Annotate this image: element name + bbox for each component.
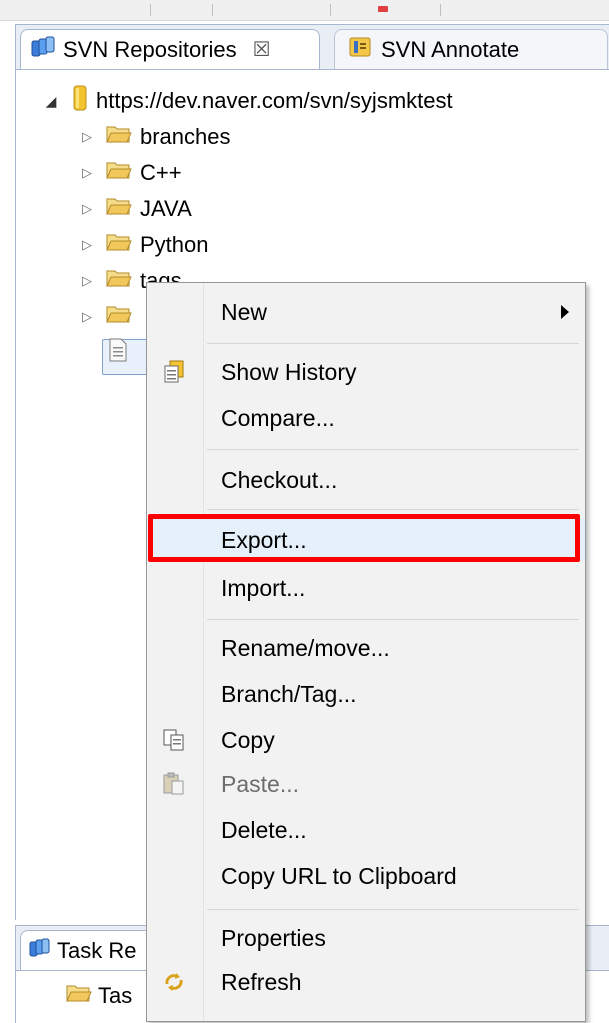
task-tree-item[interactable]: Tas (66, 978, 132, 1014)
menu-item-paste[interactable]: Paste... (147, 763, 585, 805)
menu-item-label: Delete... (221, 816, 307, 843)
menu-item-label: Copy URL to Clipboard (221, 862, 457, 889)
menu-separator (207, 509, 579, 510)
file-icon (108, 338, 128, 368)
menu-item-label: Rename/move... (221, 634, 390, 661)
tab-bar: SVN Repositories ☒ SVN Annotate (16, 25, 609, 70)
folder-icon (106, 124, 132, 150)
menu-item-label: Import... (221, 574, 306, 601)
context-menu: New Show History Compare... Checkout... … (146, 282, 586, 1022)
expand-arrow-icon[interactable]: ▷ (80, 129, 94, 145)
tree-item-java[interactable]: ▷ JAVA (80, 191, 192, 227)
task-repositories-icon (29, 938, 51, 964)
menu-item-label: Export... (221, 526, 307, 553)
folder-label: C++ (140, 160, 182, 185)
menu-item-label: Refresh (221, 968, 302, 995)
tab-label: SVN Repositories (63, 36, 237, 62)
tree-item-trunk[interactable]: ▷ (80, 299, 140, 335)
menu-separator (207, 449, 579, 450)
repository-icon (72, 85, 88, 117)
tree-root-row[interactable]: ◢ https://dev.naver.com/svn/syjsmktest (44, 83, 453, 119)
menu-item-copy-url[interactable]: Copy URL to Clipboard (147, 855, 585, 897)
top-toolbar (0, 0, 609, 21)
menu-item-new[interactable]: New (147, 291, 585, 333)
expand-arrow-icon[interactable]: ▷ (80, 309, 94, 325)
folder-icon (106, 304, 132, 330)
menu-item-label: New (221, 298, 268, 325)
tree-item-python[interactable]: ▷ Python (80, 227, 209, 263)
toolbar-red-icon[interactable] (378, 6, 388, 12)
menu-item-label: Properties (221, 924, 326, 951)
folder-label: Python (140, 232, 209, 257)
toolbar-separator (330, 4, 331, 16)
menu-item-checkout[interactable]: Checkout... (147, 459, 585, 501)
tab-label: Task Re (57, 937, 137, 963)
toolbar-separator (150, 4, 151, 16)
tree-item-file[interactable] (108, 335, 128, 371)
folder-icon (66, 983, 92, 1009)
paste-icon (161, 771, 187, 797)
menu-item-import[interactable]: Import... (147, 567, 585, 609)
expand-arrow-icon[interactable]: ▷ (80, 237, 94, 253)
history-icon (161, 359, 187, 385)
tree-item-cpp[interactable]: ▷ C++ (80, 155, 182, 191)
menu-separator (207, 619, 579, 620)
menu-separator (207, 343, 579, 344)
toolbar-separator (440, 4, 441, 16)
tab-svn-repositories[interactable]: SVN Repositories ☒ (20, 29, 320, 69)
menu-item-delete[interactable]: Delete... (147, 809, 585, 851)
collapse-arrow-icon[interactable]: ◢ (44, 93, 58, 110)
menu-item-copy[interactable]: Copy (147, 719, 585, 761)
submenu-arrow-icon (561, 305, 569, 319)
folder-icon (106, 196, 132, 222)
expand-arrow-icon[interactable]: ▷ (80, 273, 94, 289)
folder-label: branches (140, 124, 231, 149)
menu-item-label: Branch/Tag... (221, 680, 357, 707)
toolbar-separator (212, 4, 213, 16)
menu-item-label: Show History (221, 358, 357, 385)
tab-label: SVN Annotate (381, 36, 520, 62)
menu-item-branch-tag[interactable]: Branch/Tag... (147, 673, 585, 715)
menu-item-label: Compare... (221, 404, 335, 431)
menu-item-properties[interactable]: Properties (147, 917, 585, 959)
close-icon[interactable]: ☒ (253, 37, 271, 62)
tree-item-branches[interactable]: ▷ branches (80, 119, 231, 155)
refresh-icon (161, 969, 187, 995)
menu-item-label: Copy (221, 726, 275, 753)
task-item-label: Tas (98, 983, 133, 1008)
menu-item-label: Paste... (221, 770, 299, 797)
menu-item-show-history[interactable]: Show History (147, 351, 585, 393)
menu-separator (207, 909, 579, 910)
menu-item-refresh[interactable]: Refresh (147, 961, 585, 1003)
menu-item-rename-move[interactable]: Rename/move... (147, 627, 585, 669)
menu-item-label: Checkout... (221, 466, 338, 493)
folder-label: JAVA (140, 196, 192, 221)
expand-arrow-icon[interactable]: ▷ (80, 201, 94, 217)
copy-icon (161, 727, 187, 753)
repository-url: https://dev.naver.com/svn/syjsmktest (96, 88, 453, 113)
svn-repositories-icon (31, 36, 55, 64)
svn-annotate-icon (347, 36, 373, 64)
folder-icon (106, 160, 132, 186)
menu-item-export[interactable]: Export... (147, 519, 585, 561)
expand-arrow-icon[interactable]: ▷ (80, 165, 94, 181)
folder-icon (106, 232, 132, 258)
tab-svn-annotate[interactable]: SVN Annotate (334, 29, 608, 69)
folder-icon (106, 268, 132, 294)
menu-item-compare[interactable]: Compare... (147, 397, 585, 439)
